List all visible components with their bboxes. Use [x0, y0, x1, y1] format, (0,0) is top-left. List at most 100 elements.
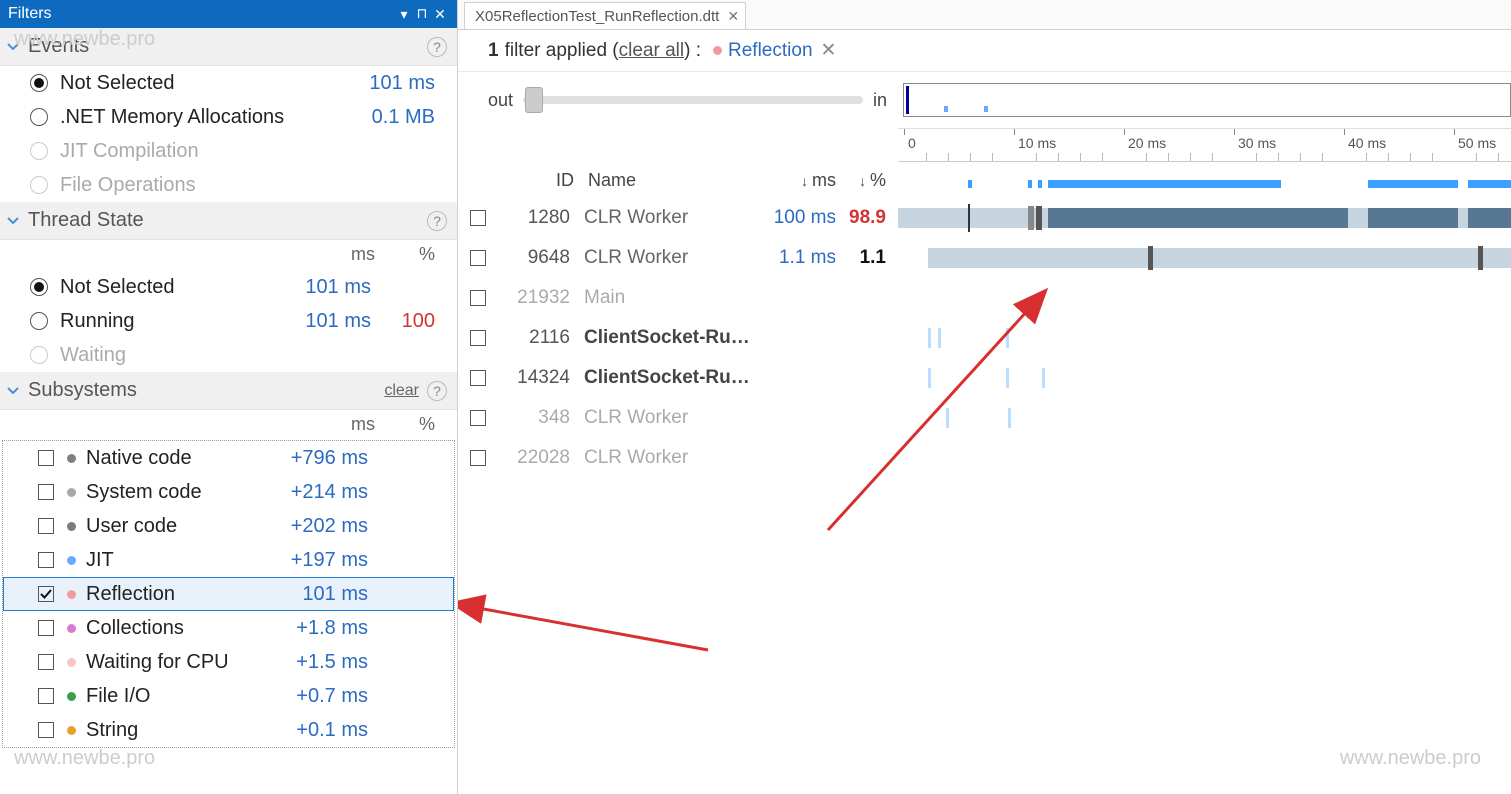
- checkbox-icon[interactable]: [38, 518, 54, 534]
- thread-name: CLR Worker: [584, 447, 756, 469]
- filter-chip-reflection[interactable]: Reflection ✕: [713, 39, 836, 62]
- radio-icon[interactable]: [30, 176, 48, 194]
- checkbox-icon[interactable]: [470, 210, 486, 226]
- checkbox-icon[interactable]: [38, 722, 54, 738]
- checkbox-icon[interactable]: [38, 586, 54, 602]
- thread-item-label: Not Selected: [60, 276, 275, 299]
- panel-close-icon[interactable]: ✕: [431, 6, 449, 23]
- subsystem-item[interactable]: Reflection 101 ms: [3, 577, 454, 611]
- radio-icon[interactable]: [30, 142, 48, 160]
- clear-all-link[interactable]: clear all: [619, 40, 684, 62]
- panel-menu-icon[interactable]: ▾: [395, 6, 413, 23]
- thread-item[interactable]: Not Selected 101 ms: [0, 270, 457, 304]
- unit-ms: ms: [315, 414, 375, 435]
- help-icon[interactable]: ?: [427, 381, 447, 401]
- thread-row[interactable]: 22028 CLR Worker: [458, 438, 898, 478]
- ruler-tick-label: 0: [908, 135, 916, 151]
- zoom-thumb[interactable]: [525, 87, 543, 113]
- chevron-down-icon: [6, 384, 20, 398]
- thread-row[interactable]: 9648 CLR Worker 1.1 ms 1.1: [458, 238, 898, 278]
- filter-count: 1: [488, 40, 499, 62]
- radio-icon[interactable]: [30, 278, 48, 296]
- subsystems-section-header[interactable]: Subsystems clear ?: [0, 372, 457, 410]
- col-pc[interactable]: %: [836, 170, 886, 191]
- timeline[interactable]: [898, 162, 1511, 794]
- checkbox-icon[interactable]: [38, 620, 54, 636]
- chip-remove-icon[interactable]: ✕: [821, 39, 837, 62]
- subsystems-clear[interactable]: clear: [384, 382, 419, 400]
- thread-row[interactable]: 14324 ClientSocket-Runner-S...: [458, 358, 898, 398]
- ruler-tick-label: 20 ms: [1128, 135, 1166, 151]
- checkbox-icon[interactable]: [470, 330, 486, 346]
- thread-row[interactable]: 21932 Main: [458, 278, 898, 318]
- thread-item-label: Running: [60, 310, 275, 333]
- checkbox-icon[interactable]: [470, 290, 486, 306]
- thread-row[interactable]: 2116 ClientSocket-Runner-R...: [458, 318, 898, 358]
- subsystem-item[interactable]: String +0.1 ms: [3, 713, 454, 747]
- help-icon[interactable]: ?: [427, 37, 447, 57]
- subsystem-item-ms: +197 ms: [272, 549, 368, 572]
- tab-bar: X05ReflectionTest_RunReflection.dtt ✕: [458, 0, 1511, 30]
- checkbox-icon[interactable]: [470, 370, 486, 386]
- subsystem-item[interactable]: Native code +796 ms: [3, 441, 454, 475]
- radio-icon[interactable]: [30, 346, 48, 364]
- checkbox-icon[interactable]: [470, 450, 486, 466]
- subsystem-item-ms: +1.5 ms: [272, 651, 368, 674]
- subsystem-color-dot: [67, 590, 76, 599]
- unit-pc: %: [375, 414, 435, 435]
- thread-ms: 1.1 ms: [756, 247, 836, 269]
- radio-icon[interactable]: [30, 108, 48, 126]
- col-id[interactable]: ID: [494, 170, 574, 191]
- col-name[interactable]: Name: [588, 170, 756, 191]
- thread-row[interactable]: 1280 CLR Worker 100 ms 98.9: [458, 198, 898, 238]
- subsystem-item[interactable]: Collections +1.8 ms: [3, 611, 454, 645]
- checkbox-icon[interactable]: [38, 484, 54, 500]
- thread-name: ClientSocket-Runner-R...: [584, 327, 756, 349]
- zoom-out-label: out: [488, 90, 513, 111]
- panel-pin-icon[interactable]: ⊓: [413, 6, 431, 23]
- events-item-value: 101 ms: [339, 72, 435, 95]
- subsystem-color-dot: [67, 488, 76, 497]
- thread-id: 1280: [498, 207, 570, 229]
- zoom-slider[interactable]: [523, 96, 863, 104]
- subsystem-item-label: System code: [86, 481, 272, 504]
- events-section-header[interactable]: Events ?: [0, 28, 457, 66]
- events-item[interactable]: Not Selected 101 ms: [0, 66, 457, 100]
- thread-row[interactable]: 348 CLR Worker: [458, 398, 898, 438]
- filters-title-bar: Filters ▾ ⊓ ✕: [0, 0, 457, 28]
- filter-close-text: ) :: [684, 40, 701, 62]
- checkbox-icon[interactable]: [38, 654, 54, 670]
- document-tab[interactable]: X05ReflectionTest_RunReflection.dtt ✕: [464, 2, 746, 29]
- events-item[interactable]: JIT Compilation: [0, 134, 457, 168]
- overview-timeline[interactable]: [903, 83, 1511, 117]
- unit-ms: ms: [315, 244, 375, 265]
- subsystem-item[interactable]: JIT +197 ms: [3, 543, 454, 577]
- thread-list-header: ID Name ms %: [458, 162, 898, 198]
- subsystem-item[interactable]: File I/O +0.7 ms: [3, 679, 454, 713]
- thread-name: CLR Worker: [584, 407, 756, 429]
- events-item[interactable]: .NET Memory Allocations 0.1 MB: [0, 100, 457, 134]
- ruler-tick-label: 40 ms: [1348, 135, 1386, 151]
- subsystem-color-dot: [67, 658, 76, 667]
- timeline-ruler[interactable]: 0 10 ms 20 ms 30 ms 40 ms 50 ms: [898, 128, 1511, 162]
- checkbox-icon[interactable]: [470, 410, 486, 426]
- thread-id: 9648: [498, 247, 570, 269]
- radio-icon[interactable]: [30, 312, 48, 330]
- checkbox-icon[interactable]: [38, 552, 54, 568]
- help-icon[interactable]: ?: [427, 211, 447, 231]
- subsystem-item[interactable]: System code +214 ms: [3, 475, 454, 509]
- subsystem-item[interactable]: Waiting for CPU +1.5 ms: [3, 645, 454, 679]
- thread-item[interactable]: Waiting: [0, 338, 457, 372]
- subsystem-item[interactable]: User code +202 ms: [3, 509, 454, 543]
- subsystem-item-ms: +796 ms: [272, 447, 368, 470]
- thread-section-header[interactable]: Thread State ?: [0, 202, 457, 240]
- filter-summary: 1 filter applied ( clear all ) : Reflect…: [458, 30, 1511, 72]
- radio-icon[interactable]: [30, 74, 48, 92]
- checkbox-icon[interactable]: [38, 688, 54, 704]
- checkbox-icon[interactable]: [470, 250, 486, 266]
- col-ms[interactable]: ms: [756, 170, 836, 191]
- events-item[interactable]: File Operations: [0, 168, 457, 202]
- thread-item[interactable]: Running 101 ms 100: [0, 304, 457, 338]
- tab-close-icon[interactable]: ✕: [727, 8, 739, 25]
- checkbox-icon[interactable]: [38, 450, 54, 466]
